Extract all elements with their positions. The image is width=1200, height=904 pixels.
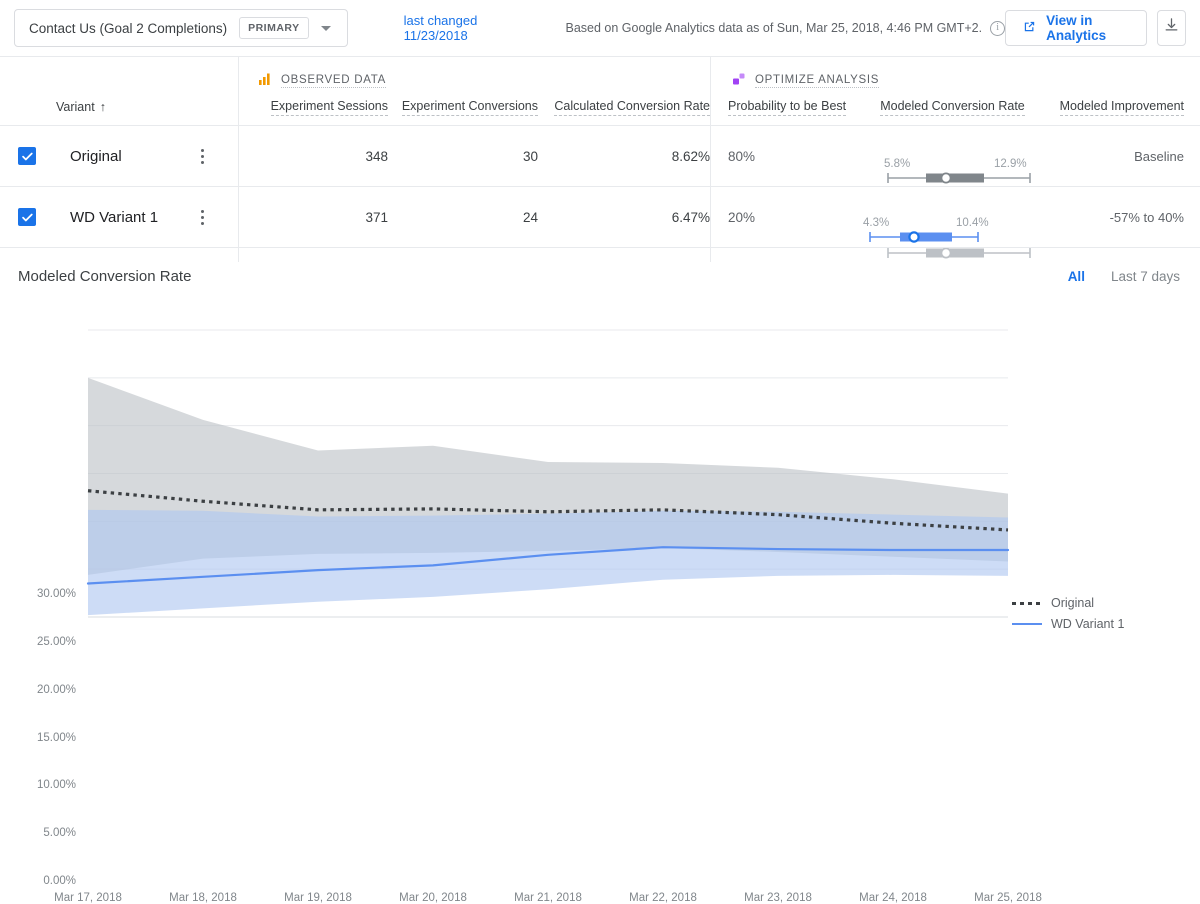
header-probability-to-be-best[interactable]: Probability to be Best (710, 99, 860, 116)
cell-experiment-conversions: 30 (522, 148, 538, 164)
row-overflow-menu-icon[interactable] (192, 148, 212, 164)
variant-cell: WD Variant 1 (0, 187, 238, 247)
goal-selector[interactable]: Contact Us (Goal 2 Completions) PRIMARY (14, 9, 348, 47)
x-axis-tick: Mar 24, 2018 (859, 892, 927, 904)
optimize-icon (732, 72, 746, 89)
chevron-down-icon[interactable] (309, 25, 343, 31)
y-axis-tick: 15.00% (36, 731, 76, 744)
cell-calculated-conversion-rate: 8.62% (671, 148, 710, 164)
header-variant-label: Variant (56, 100, 95, 114)
x-axis-tick: Mar 22, 2018 (629, 892, 697, 904)
download-icon (1163, 17, 1180, 39)
observed-cells: 348 30 8.62% (238, 149, 710, 164)
header-modeled-improvement[interactable]: Modeled Improvement (1045, 99, 1200, 116)
column-divider-observed (238, 57, 239, 262)
cell-modeled-improvement: Baseline (1134, 148, 1184, 164)
header-observed-cells: Experiment Sessions Experiment Conversio… (238, 99, 710, 116)
column-divider-optimize (710, 57, 711, 262)
y-axis-tick: 10.00% (36, 779, 76, 792)
variants-table: OBSERVED DATA OPTIMIZE ANALYSIS Variant ↑ (0, 57, 1200, 262)
modeled-conversion-rate-chart-panel: Modeled Conversion Rate All Last 7 days … (0, 247, 1200, 904)
table-group-header-row: OBSERVED DATA OPTIMIZE ANALYSIS (0, 57, 1200, 89)
x-axis-tick: Mar 18, 2018 (169, 892, 237, 904)
primary-badge: PRIMARY (239, 17, 309, 39)
x-axis-tick: Mar 21, 2018 (514, 892, 582, 904)
header-optimize-cells: Probability to be Best Modeled Conversio… (710, 99, 1200, 116)
view-in-analytics-label: View in Analytics (1046, 13, 1107, 43)
variant-cell: Original (0, 126, 238, 186)
view-in-analytics-button[interactable]: View in Analytics (1005, 10, 1147, 46)
x-axis-tick: Mar 19, 2018 (284, 892, 352, 904)
variant-name: Original (70, 147, 122, 165)
chart-plot-area (0, 248, 1200, 656)
cell-probability-to-be-best: 80% (728, 148, 756, 164)
header-variant[interactable]: Variant ↑ (56, 98, 106, 116)
download-button[interactable] (1156, 10, 1186, 46)
y-axis-tick: 30.00% (36, 588, 76, 600)
y-axis-tick: 25.00% (36, 635, 76, 648)
header-variant-cell: Variant ↑ (0, 98, 238, 116)
last-changed-link[interactable]: last changed 11/23/2018 (404, 13, 518, 43)
data-freshness-label: Based on Google Analytics data as of Sun… (565, 21, 983, 35)
y-axis-tick: 5.00% (43, 827, 76, 840)
sort-arrow-icon: ↑ (99, 100, 106, 114)
cell-experiment-sessions: 348 (365, 148, 388, 164)
x-axis-tick: Mar 25, 2018 (974, 892, 1042, 904)
table-column-header-row: Variant ↑ Experiment Sessions Experiment … (0, 89, 1200, 125)
open-in-new-icon (1022, 19, 1037, 37)
header-calculated-conversion-rate[interactable]: Calculated Conversion Rate (538, 99, 710, 116)
group-optimize-analysis: OPTIMIZE ANALYSIS (710, 72, 1200, 89)
row-checkbox[interactable] (18, 147, 36, 165)
boxplot-graphic (887, 171, 1031, 183)
x-axis-tick: Mar 17, 2018 (54, 892, 122, 904)
observed-cells: 371 24 6.47% (238, 210, 710, 225)
cell-modeled-improvement: -57% to 40% (1109, 209, 1184, 225)
chart-svg (86, 329, 1010, 618)
goal-name-label: Contact Us (Goal 2 Completions) (29, 20, 228, 36)
group-observed-data: OBSERVED DATA (238, 72, 710, 89)
row-overflow-menu-icon[interactable] (192, 209, 212, 225)
cell-calculated-conversion-rate: 6.47% (671, 209, 710, 225)
header-modeled-conversion-rate[interactable]: Modeled Conversion Rate (860, 99, 1045, 116)
group-label-optimize: OPTIMIZE ANALYSIS (755, 73, 880, 88)
x-axis-tick: Mar 20, 2018 (399, 892, 467, 904)
x-axis-tick: Mar 23, 2018 (744, 892, 812, 904)
optimize-cells: 20% 4.3% 10.4% -57% to 40% (710, 209, 1200, 259)
header-experiment-sessions[interactable]: Experiment Sessions (238, 99, 388, 116)
cell-experiment-sessions: 371 (365, 209, 388, 225)
cell-probability-to-be-best: 20% (728, 209, 756, 225)
row-checkbox[interactable] (18, 208, 36, 226)
bar-chart-icon (258, 72, 272, 89)
header-experiment-conversions[interactable]: Experiment Conversions (388, 99, 538, 116)
group-label-observed: OBSERVED DATA (281, 73, 386, 88)
y-axis-tick: 20.00% (36, 683, 76, 696)
table-row[interactable]: Original 348 30 8.62% 80% 5.8% 12.9% Bas… (0, 125, 1200, 186)
cell-experiment-conversions: 24 (522, 209, 538, 225)
y-axis-tick: 0.00% (43, 875, 76, 887)
info-icon[interactable]: i (990, 20, 1006, 36)
optimize-cells: 80% 5.8% 12.9% Baseline (710, 148, 1200, 183)
variant-name: WD Variant 1 (70, 208, 159, 226)
top-toolbar: Contact Us (Goal 2 Completions) PRIMARY … (0, 0, 1200, 57)
